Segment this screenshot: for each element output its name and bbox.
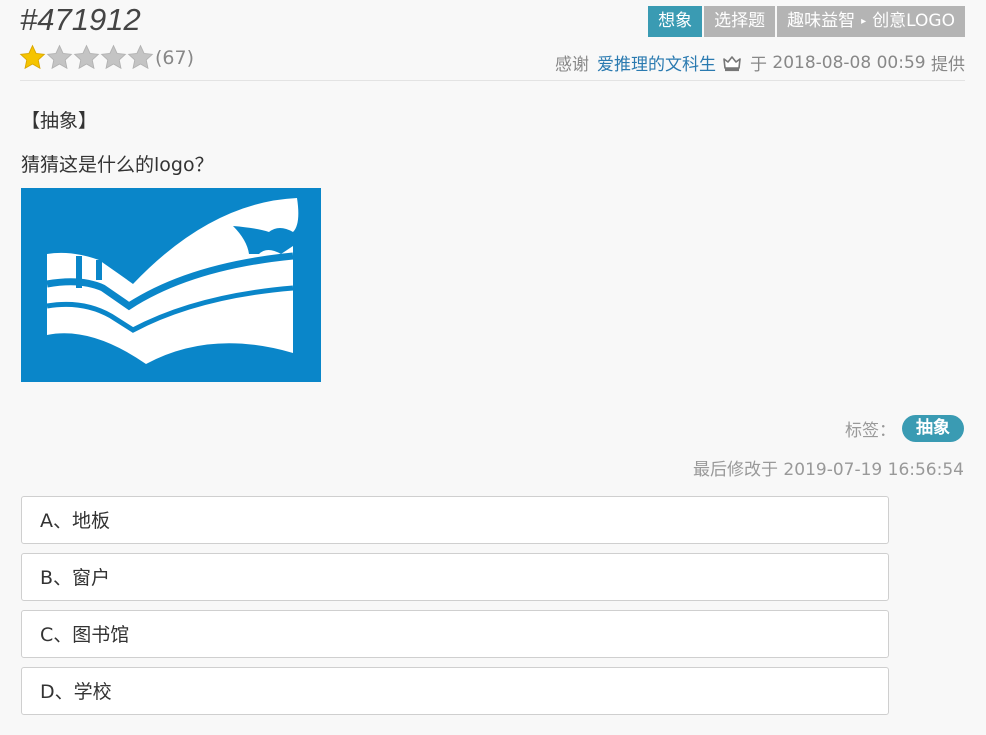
- logo-image: [21, 188, 321, 382]
- question-category: 【抽象】: [21, 110, 98, 132]
- thanks-label: 感谢: [554, 55, 589, 75]
- submit-datetime: 2018-08-08 00:59: [772, 52, 926, 73]
- option-d[interactable]: D、学校: [21, 667, 889, 715]
- tag-multiple-choice[interactable]: 选择题: [704, 6, 776, 37]
- question-id: #471912: [20, 2, 141, 37]
- last-modified: 最后修改于 2019-07-19 16:56:54: [693, 460, 964, 480]
- question-text: 猜猜这是什么的logo？: [21, 154, 214, 176]
- star-rating[interactable]: (67): [19, 44, 194, 71]
- rating-count: (67): [155, 46, 195, 69]
- header-divider: [20, 80, 965, 81]
- tag-puzzle-breadcrumb[interactable]: 趣味益智 ▸ 创意LOGO: [777, 6, 965, 37]
- tag-imagination[interactable]: 想象: [648, 6, 703, 37]
- provided-label: 提供: [931, 55, 965, 75]
- breadcrumb-arrow-icon: ▸: [861, 16, 867, 27]
- star-empty-icon[interactable]: [46, 44, 73, 71]
- option-b[interactable]: B、窗户: [21, 553, 889, 601]
- on-label: 于: [749, 55, 767, 75]
- option-a[interactable]: A、地板: [21, 496, 889, 544]
- star-empty-icon[interactable]: [73, 44, 100, 71]
- tag-row: 标签： 抽象: [845, 415, 964, 442]
- tag-abstract[interactable]: 抽象: [902, 415, 964, 442]
- category-tags: 想象 选择题 趣味益智 ▸ 创意LOGO: [648, 6, 965, 37]
- tag-puzzle-label[interactable]: 趣味益智: [787, 11, 855, 31]
- crown-icon: [723, 55, 741, 71]
- question-page: #471912 想象 选择题 趣味益智 ▸ 创意LOGO (67) 感谢 爱推理的文…: [0, 0, 986, 735]
- star-empty-icon[interactable]: [127, 44, 154, 71]
- star-empty-icon[interactable]: [100, 44, 127, 71]
- tags-label: 标签：: [845, 421, 896, 441]
- star-filled-icon[interactable]: [19, 44, 46, 71]
- contributor-link[interactable]: 爱推理的文科生: [597, 50, 716, 75]
- contributor-credit: 感谢 爱推理的文科生 于 2018-08-08 00:59 提供: [554, 50, 965, 76]
- tag-creative-logo[interactable]: 创意LOGO: [872, 11, 955, 31]
- option-c[interactable]: C、图书馆: [21, 610, 889, 658]
- answer-options: A、地板 B、窗户 C、图书馆 D、学校: [21, 496, 889, 724]
